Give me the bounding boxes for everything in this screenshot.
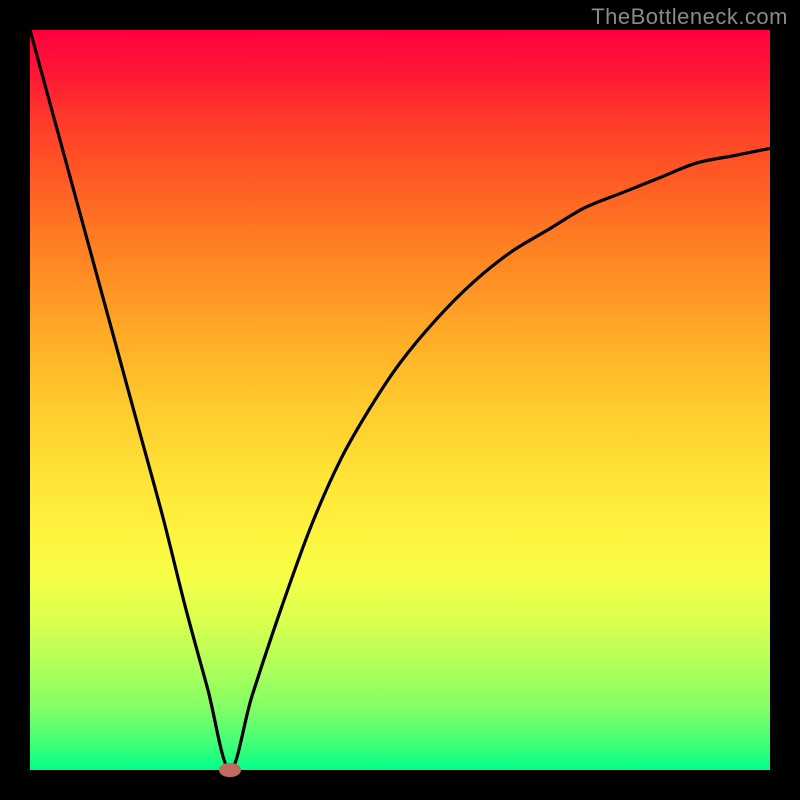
minimum-marker — [219, 763, 241, 777]
plot-area — [30, 30, 770, 770]
chart-frame: TheBottleneck.com — [0, 0, 800, 800]
bottleneck-curve — [30, 30, 770, 770]
watermark-text: TheBottleneck.com — [591, 4, 788, 30]
